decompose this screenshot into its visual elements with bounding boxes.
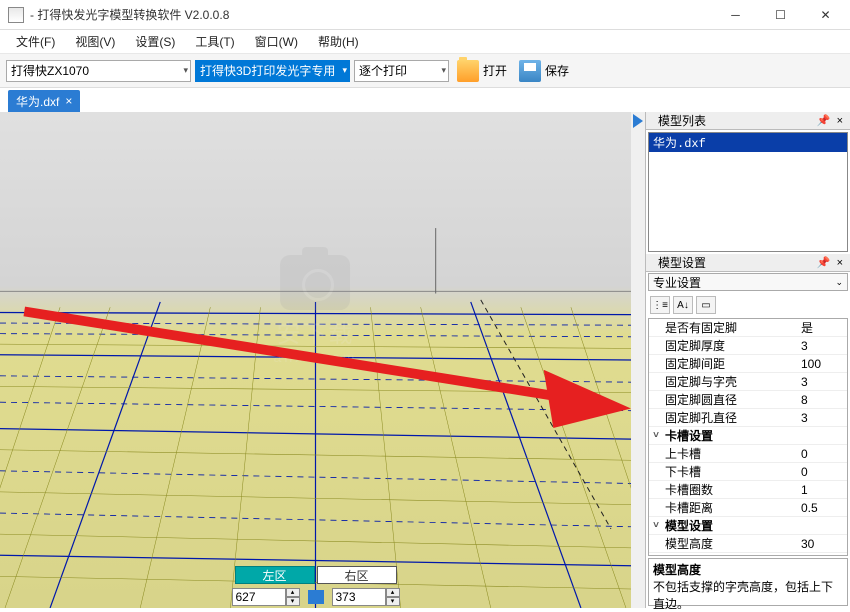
property-value[interactable]: 3 [797, 375, 847, 389]
left-value-input[interactable] [232, 588, 286, 606]
mode-select[interactable]: 打得快3D打印发光字专用 ▾ [195, 60, 350, 82]
maximize-button[interactable]: ☐ [758, 0, 803, 29]
property-value[interactable]: 0.5 [797, 501, 847, 515]
chevron-down-icon: ▾ [439, 65, 446, 76]
menu-tools[interactable]: 工具(T) [185, 30, 244, 53]
pin-icon[interactable]: 📌 [814, 114, 834, 127]
expander-icon[interactable]: ˅ [649, 520, 663, 531]
property-row[interactable]: 模型高度30 [649, 535, 847, 553]
property-name: 是否有固定脚 [663, 319, 797, 336]
print-value: 逐个打印 [359, 62, 407, 79]
property-name: 卡槽设置 [663, 427, 797, 444]
property-name: 固定脚与字壳 [663, 373, 797, 390]
open-button[interactable]: 打开 [453, 58, 511, 84]
save-label: 保存 [545, 62, 569, 79]
vertical-marker[interactable] [631, 112, 645, 608]
open-label: 打开 [483, 62, 507, 79]
close-button[interactable]: ✕ [803, 0, 848, 29]
property-value[interactable]: 1 [797, 483, 847, 497]
minimize-button[interactable]: ─ [713, 0, 758, 29]
property-name: 模型高度 [663, 535, 797, 552]
pin-icon[interactable]: 📌 [814, 256, 834, 269]
property-row[interactable]: 固定脚间距100 [649, 355, 847, 373]
property-group[interactable]: ˅模型设置 [649, 517, 847, 535]
triangle-icon [633, 114, 643, 128]
property-name: 下卡槽 [663, 463, 797, 480]
zone-right-button[interactable]: 右区 [317, 566, 397, 584]
model-list-header: 模型列表 📌 × [646, 112, 850, 130]
menu-view[interactable]: 视图(V) [65, 30, 125, 53]
property-row[interactable]: 固定脚圆直径8 [649, 391, 847, 409]
3d-viewport[interactable]: 安下载 anxz.com 左区 右区 ▴ ▾ [0, 112, 631, 608]
settings-sub-select[interactable]: 专业设置 ⌄ [648, 273, 848, 291]
toolbar: 打得快ZX1070 ▾ 打得快3D打印发光字专用 ▾ 逐个打印 ▾ 打开 保存 [0, 54, 850, 88]
spin-down-button[interactable]: ▾ [286, 597, 300, 606]
menu-file[interactable]: 文件(F) [6, 30, 65, 53]
list-item[interactable]: 华为.dxf [649, 133, 847, 152]
folder-open-icon [457, 60, 479, 82]
property-value[interactable]: 100 [797, 357, 847, 371]
tab-label: 华为.dxf [16, 93, 59, 110]
property-name: 固定脚厚度 [663, 337, 797, 354]
slider-thumb[interactable] [308, 590, 324, 604]
categorize-button[interactable]: ⋮≡ [650, 296, 670, 314]
property-row[interactable]: 固定脚与字壳3 [649, 373, 847, 391]
tabstrip: 华为.dxf × [0, 88, 850, 112]
property-value[interactable]: 3 [797, 411, 847, 425]
save-icon [519, 60, 541, 82]
expander-icon[interactable]: ˅ [649, 430, 663, 441]
save-button[interactable]: 保存 [515, 58, 573, 84]
property-value[interactable]: 是 [797, 319, 847, 336]
chevron-down-icon: ▾ [181, 65, 188, 76]
sort-button[interactable]: A↓ [673, 296, 693, 314]
property-row[interactable]: 固定脚厚度3 [649, 337, 847, 355]
right-value-input[interactable] [332, 588, 386, 606]
property-name: 上卡槽 [663, 445, 797, 462]
menu-help[interactable]: 帮助(H) [308, 30, 369, 53]
menu-settings[interactable]: 设置(S) [125, 30, 185, 53]
model-settings-header: 模型设置 📌 × [646, 254, 850, 272]
app-icon [8, 7, 24, 23]
property-row[interactable]: 上卡槽0 [649, 445, 847, 463]
window-title: - 打得快发光字模型转换软件 V2.0.0.8 [30, 6, 713, 23]
property-row[interactable]: 下卡槽0 [649, 463, 847, 481]
property-name: 卡槽距离 [663, 499, 797, 516]
property-value[interactable]: 3 [797, 339, 847, 353]
property-row[interactable]: 卡槽距离0.5 [649, 499, 847, 517]
property-grid[interactable]: 是否有固定脚是固定脚厚度3固定脚间距100固定脚与字壳3固定脚圆直径8固定脚孔直… [648, 318, 848, 556]
spin-down-button[interactable]: ▾ [386, 597, 400, 606]
document-tab[interactable]: 华为.dxf × [8, 90, 80, 112]
property-description: 模型高度 不包括支撑的字壳高度，包括上下直边。 [648, 558, 848, 606]
menu-window[interactable]: 窗口(W) [245, 30, 308, 53]
spin-up-button[interactable]: ▴ [286, 588, 300, 597]
chevron-down-icon: ▾ [340, 65, 347, 76]
property-group[interactable]: ˅卡槽设置 [649, 427, 847, 445]
machine-value: 打得快ZX1070 [11, 62, 89, 79]
property-name: 固定脚孔直径 [663, 409, 797, 426]
property-value[interactable]: 30 [797, 537, 847, 551]
property-row[interactable]: 是否有固定脚是 [649, 319, 847, 337]
machine-select[interactable]: 打得快ZX1070 ▾ [6, 60, 191, 82]
pages-button[interactable]: ▭ [696, 296, 716, 314]
zone-left-button[interactable]: 左区 [235, 566, 315, 584]
panel-close-icon[interactable]: × [834, 115, 846, 127]
property-value[interactable]: 8 [797, 393, 847, 407]
property-name: 固定脚圆直径 [663, 391, 797, 408]
menubar: 文件(F) 视图(V) 设置(S) 工具(T) 窗口(W) 帮助(H) [0, 30, 850, 54]
property-row[interactable]: 卡槽圈数1 [649, 481, 847, 499]
property-value[interactable]: 0 [797, 465, 847, 479]
panel-close-icon[interactable]: × [834, 257, 846, 269]
model-list[interactable]: 华为.dxf [648, 132, 848, 252]
mode-value: 打得快3D打印发光字专用 [200, 62, 335, 79]
property-name: 固定脚间距 [663, 355, 797, 372]
chevron-down-icon: ⌄ [835, 277, 843, 288]
spin-up-button[interactable]: ▴ [386, 588, 400, 597]
print-select[interactable]: 逐个打印 ▾ [354, 60, 449, 82]
property-row[interactable]: 固定脚孔直径3 [649, 409, 847, 427]
property-name: 模型设置 [663, 517, 797, 534]
close-icon[interactable]: × [65, 94, 72, 108]
property-name: 卡槽圈数 [663, 481, 797, 498]
property-value[interactable]: 0 [797, 447, 847, 461]
property-toolbar: ⋮≡ A↓ ▭ [648, 293, 848, 317]
